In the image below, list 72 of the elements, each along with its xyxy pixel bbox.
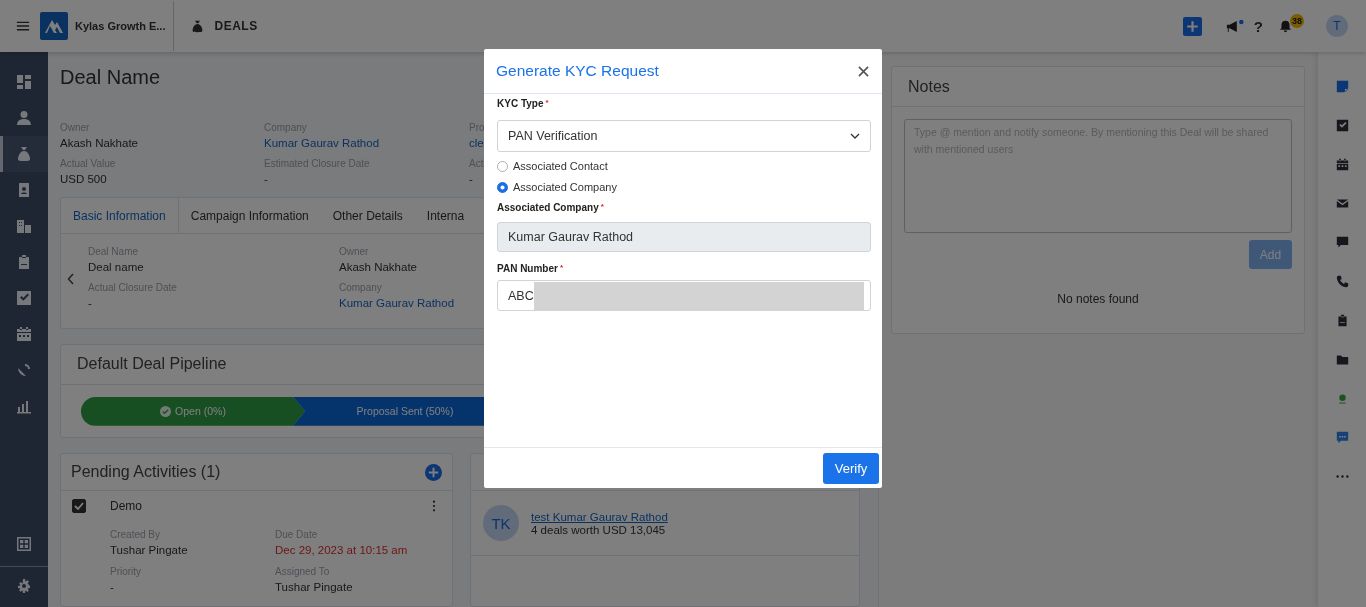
notes-title: Notes [908,77,950,96]
chevron-left-icon[interactable] [67,273,75,285]
app-name: Kylas Growth E... [75,20,166,32]
add-circle-icon[interactable] [425,463,442,481]
field-value: - [264,172,268,187]
field-link[interactable]: cle [469,135,484,152]
add-button[interactable] [1182,16,1202,36]
field-label: Associated Company [497,202,599,213]
tab[interactable]: Campaign Information [178,198,321,233]
pan-number-field[interactable]: ABC [497,280,871,311]
check-circle-icon [160,405,172,417]
field-link[interactable]: Kumar Gaurav Rathod [339,295,455,312]
tab[interactable]: Basic Information [61,198,179,233]
user-avatar[interactable]: T [1326,15,1348,37]
deal-title: Deal Name [60,65,161,90]
sidebar-money-bag-icon[interactable] [0,136,48,172]
activities-title: Pending Activities (1) [71,463,221,481]
field-value: - [469,172,473,187]
radio-label[interactable]: Associated Contact [513,160,608,172]
pipeline-stage[interactable]: Open (0%) [81,396,305,426]
help-button[interactable]: ? [1253,17,1263,35]
required-mark: * [545,98,549,109]
required-mark: * [559,263,564,274]
activity-title[interactable]: Demo [110,499,432,513]
field-label: PAN Number [497,263,558,274]
bell-icon[interactable] [1279,19,1292,33]
clipboard-icon[interactable] [1335,314,1349,327]
phone-icon[interactable] [1335,275,1349,288]
caret-icon [850,133,860,139]
field-value: - [88,296,92,311]
folder-icon[interactable] [1335,353,1349,366]
radio-button[interactable] [497,181,508,193]
field-value: Tushar Pingate [110,543,188,558]
envelope-icon[interactable] [1335,197,1349,210]
note-icon[interactable] [1335,80,1349,93]
field-value: - [110,580,114,595]
empty-message: No notes found [1056,292,1140,306]
chat-icon[interactable] [1335,236,1349,249]
more-icon[interactable] [432,500,436,512]
contact-summary: 4 deals worth USD 13,045 [531,523,667,536]
apps-grid-icon[interactable] [16,536,32,552]
field-label: KYC Type [497,98,544,109]
radio-label[interactable]: Associated Company [513,181,617,193]
menu-icon[interactable] [16,19,30,33]
checkbox-icon[interactable] [1335,119,1349,132]
pipeline-title: Default Deal Pipeline [77,355,227,374]
contact-avatar: TK [483,505,519,541]
field-value: USD 500 [60,172,107,187]
close-icon[interactable] [858,65,869,77]
field-value: Akash Nakhate [339,260,417,275]
field-link[interactable]: Kumar Gaurav Rathod [264,135,380,152]
settings-icon[interactable] [16,579,32,595]
field-value: Deal name [88,260,144,275]
chat-bubble-icon[interactable] [1335,431,1349,444]
module-title: DEALS [214,19,258,33]
verify-button[interactable]: Verify [823,452,879,484]
field-value: Dec 29, 2023 at 10:15 am [275,543,408,558]
money-bag-icon [191,19,205,33]
logo-icon[interactable] [40,12,68,40]
required-mark: * [600,202,604,213]
radio-button[interactable] [497,160,508,172]
field-value: Akash Nakhate [60,136,138,151]
kyc-type-select[interactable]: PAN Verification [497,120,871,152]
checkbox[interactable] [72,499,86,513]
calendar-icon[interactable] [1335,158,1349,171]
field-value: Tushar Pingate [275,580,353,595]
contact-link[interactable]: test Kumar Gaurav Rathod [531,510,668,523]
megaphone-icon[interactable] [1225,18,1244,34]
tab[interactable]: Other Details [320,198,415,233]
notification-count: 38 [1290,14,1304,28]
tab[interactable]: Interna [414,198,477,233]
dialog-title: Generate KYC Request [496,62,659,80]
